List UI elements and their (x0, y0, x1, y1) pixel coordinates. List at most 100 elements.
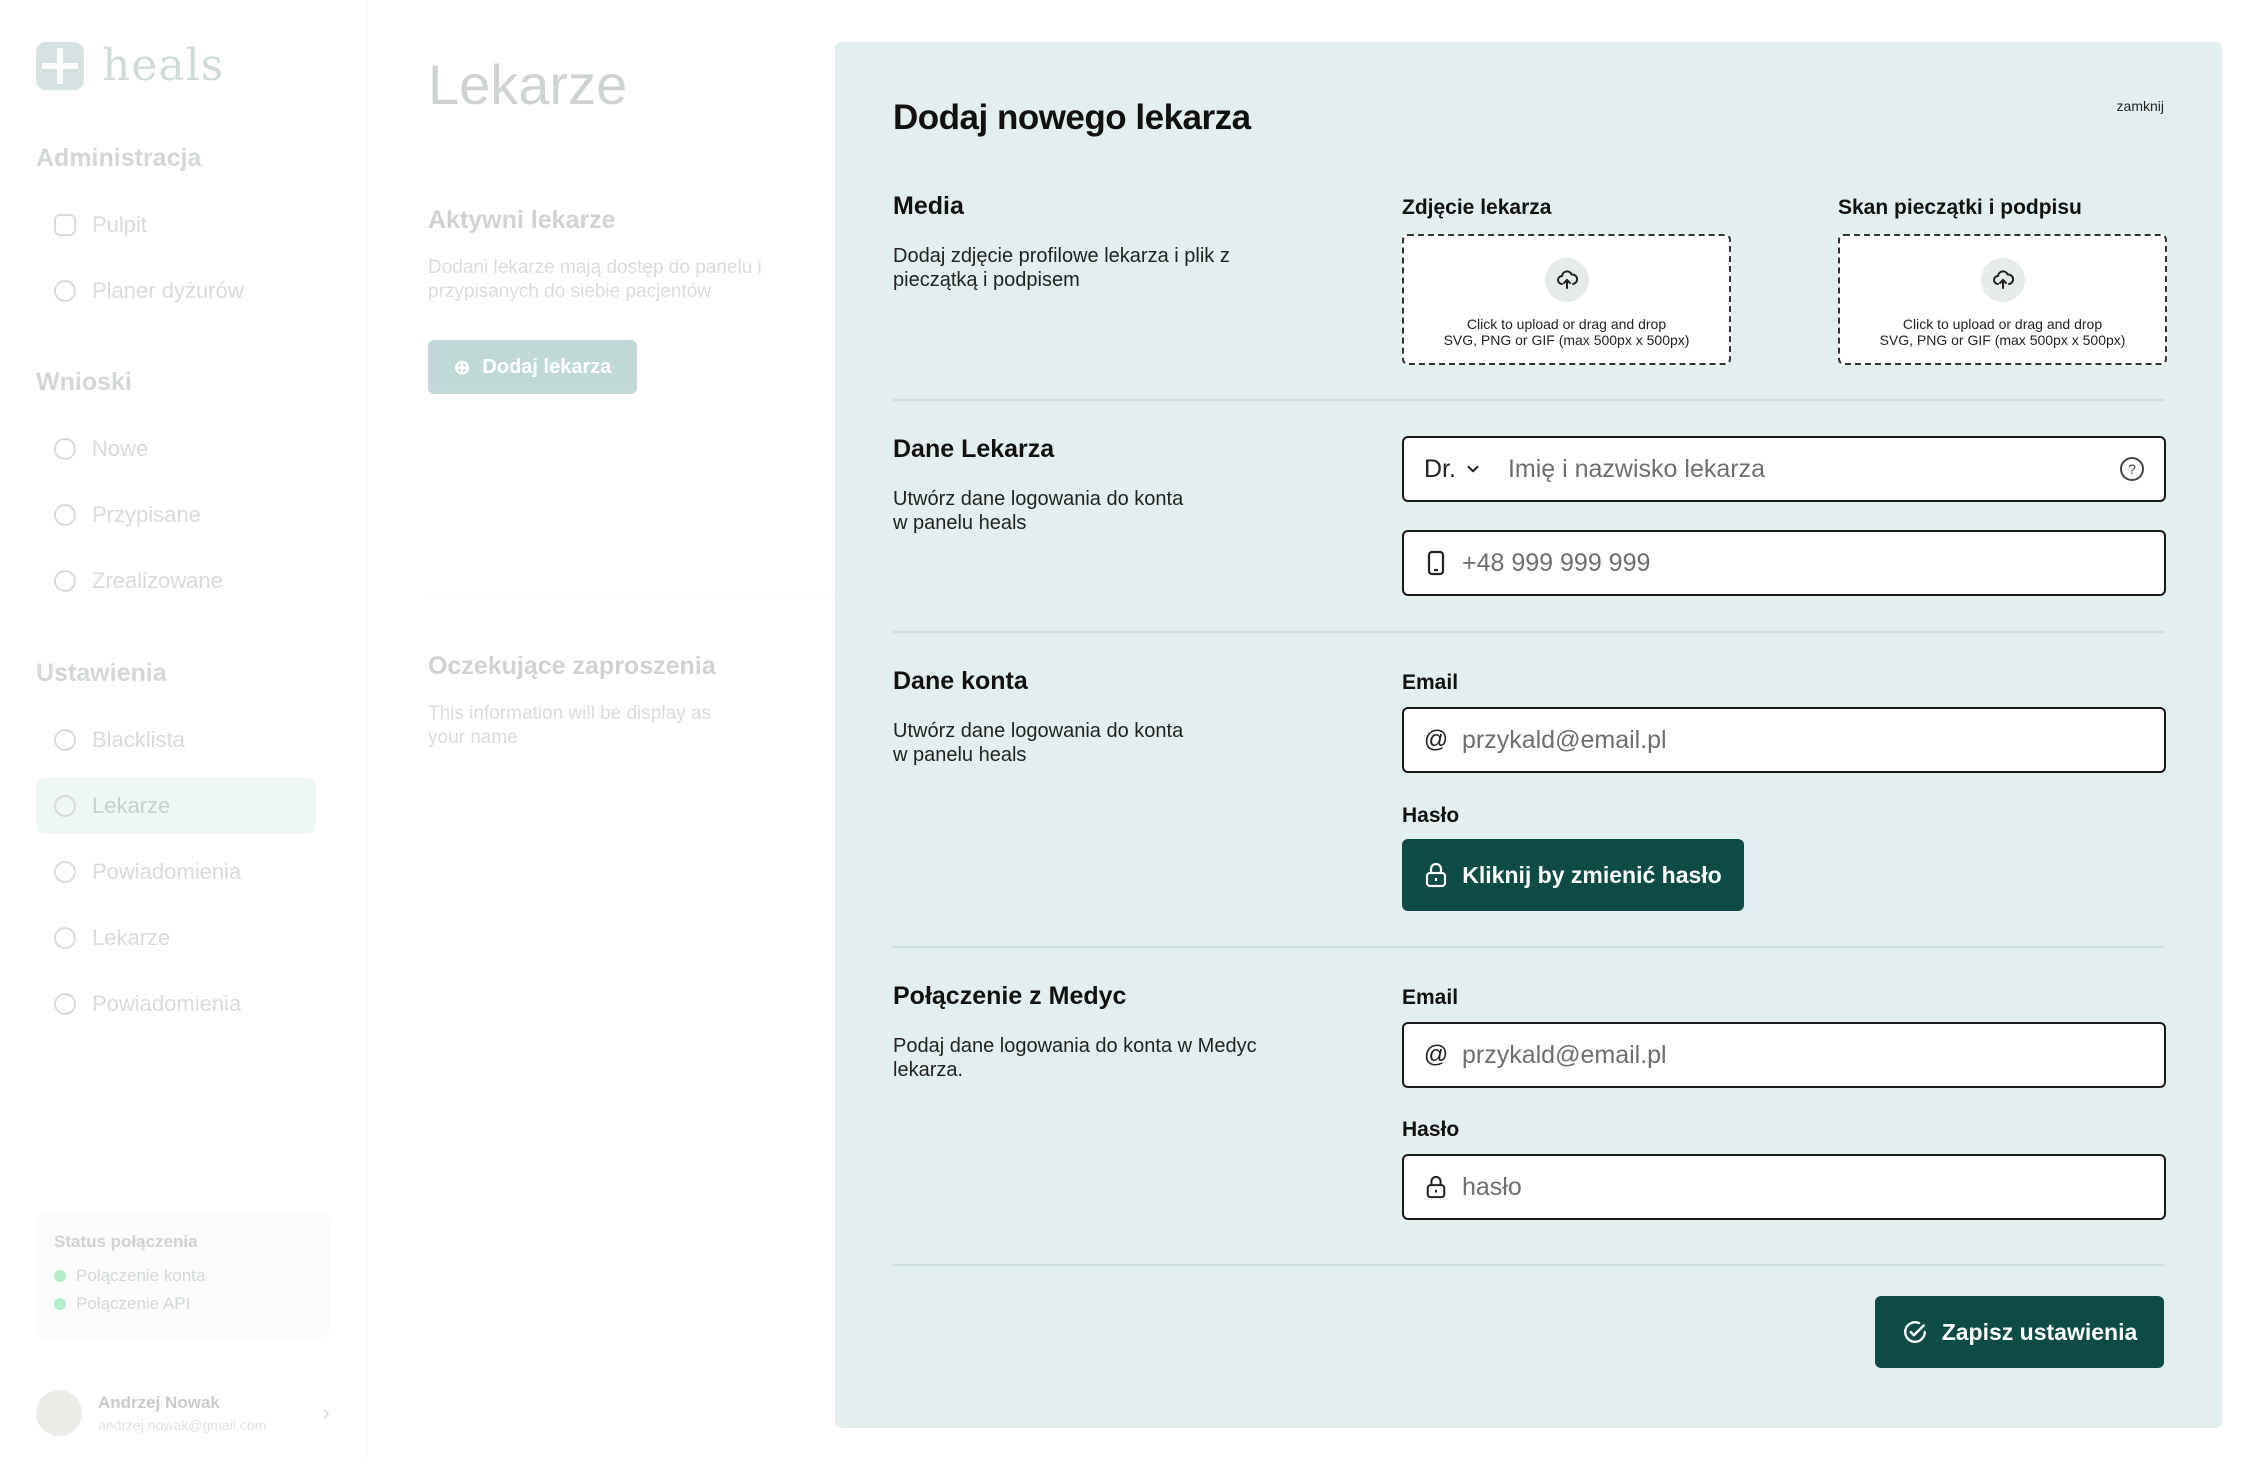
connection-status: Status połączenia Połączenie konta Połąc… (36, 1212, 330, 1338)
inbox-icon (54, 438, 76, 460)
sidebar: heals Administracja Pulpit Planer dyżuró… (0, 0, 368, 1462)
sidebar-item-label: Pulpit (92, 212, 148, 237)
upload-cloud-icon (1980, 258, 2025, 302)
save-settings-label: Zapisz ustawienia (1941, 1318, 2138, 1345)
page-title: Lekarze (428, 53, 628, 116)
upload-hint: Click to upload or drag and drop (1902, 316, 2103, 332)
user-menu[interactable]: Andrzej Nowak andrzej.nowak@gmail.com › (36, 1390, 330, 1436)
stamp-upload-dropzone[interactable]: Click to upload or drag and drop SVG, PN… (1838, 234, 2167, 365)
media-section-title: Media (893, 192, 964, 220)
sidebar-item-lekarze[interactable]: Lekarze (36, 778, 316, 834)
account-email-label: Email (1402, 671, 1459, 694)
stamp-label: Skan pieczątki i podpisu (1838, 196, 2082, 219)
upload-format-hint: SVG, PNG or GIF (max 500px x 500px) (1879, 332, 2126, 348)
change-password-button[interactable]: Kliknij by zmienić hasło (1402, 839, 1744, 911)
sidebar-item-pulpit[interactable]: Pulpit (36, 197, 316, 253)
dashboard-icon (54, 214, 76, 236)
medyc-password-placeholder: hasło (1462, 1172, 1522, 1201)
sidebar-item-label: Zrealizowane (92, 568, 223, 593)
assigned-icon (54, 504, 76, 526)
phone-placeholder: +48 999 999 999 (1462, 548, 1651, 577)
title-prefix-select[interactable]: Dr. (1424, 455, 1482, 484)
sidebar-item-przypisane[interactable]: Przypisane (36, 487, 316, 543)
divider (893, 631, 2164, 633)
add-doctor-label: Dodaj lekarza (482, 355, 612, 378)
sidebar-item-blacklista[interactable]: Blacklista (36, 712, 316, 768)
user-plus-icon: ⊕ (453, 356, 471, 379)
doctor-name-placeholder: Imię i nazwisko lekarza (1507, 454, 1765, 483)
sidebar-item-label: Powiadomienia (92, 991, 242, 1016)
user-name: Andrzej Nowak (98, 1393, 220, 1412)
lock-icon (1424, 1175, 1448, 1199)
sidebar-item-nowe[interactable]: Nowe (36, 421, 316, 477)
upload-cloud-icon (1544, 258, 1589, 302)
pending-invites-desc: This information will be display as your… (428, 703, 712, 748)
status-dot-icon (54, 1270, 66, 1282)
account-section-desc: Utwórz dane logowania do konta w panelu … (893, 720, 1184, 766)
nav-section-ustawienia: Ustawienia (36, 659, 167, 687)
divider (893, 946, 2164, 948)
active-doctors-desc: Dodani lekarze mają dostęp do panelu i p… (428, 257, 762, 302)
medyc-email-field[interactable]: @ przykald@email.pl (1402, 1022, 2166, 1088)
save-settings-button[interactable]: Zapisz ustawienia (1875, 1296, 2164, 1368)
sidebar-item-label: Przypisane (92, 502, 201, 527)
users-icon (54, 795, 76, 817)
medyc-email-placeholder: przykald@email.pl (1462, 1040, 1667, 1069)
at-icon: @ (1423, 726, 1449, 753)
sidebar-item-lekarze-2[interactable]: Lekarze (36, 910, 316, 966)
status-label: Połączenie konta (76, 1266, 206, 1285)
medyc-email-label: Email (1402, 986, 1459, 1009)
title-prefix-value: Dr. (1424, 454, 1456, 483)
doctor-name-field[interactable]: Dr. Imię i nazwisko lekarza ? (1402, 436, 2166, 502)
upload-hint: Click to upload or drag and drop (1466, 316, 1667, 332)
chevron-down-icon (1467, 465, 1479, 473)
status-row: Połączenie API (54, 1294, 312, 1314)
add-doctor-panel: Dodaj nowego lekarza zamknij Media Dodaj… (835, 42, 2222, 1428)
logo-text: heals (102, 40, 225, 91)
account-email-placeholder: przykald@email.pl (1462, 725, 1667, 754)
medyc-password-label: Hasło (1402, 1118, 1460, 1141)
logo-cross-icon (36, 41, 84, 90)
sidebar-item-powiadomienia-2[interactable]: Powiadomienia (36, 976, 316, 1032)
help-icon[interactable]: ? (2120, 457, 2144, 481)
change-password-label: Kliknij by zmienić hasło (1462, 861, 1722, 888)
sidebar-item-label: Planer dyżurów (92, 278, 244, 303)
done-icon (54, 570, 76, 592)
media-section-desc: Dodaj zdjęcie profilowe lekarza i plik z… (893, 245, 1230, 291)
clock-icon (54, 280, 76, 302)
sidebar-item-label: Nowe (92, 436, 149, 461)
account-section-title: Dane konta (893, 667, 1028, 695)
block-icon (54, 729, 76, 751)
logo: heals (36, 40, 224, 91)
phone-field[interactable]: +48 999 999 999 (1402, 530, 2166, 596)
add-doctor-button[interactable]: ⊕ Dodaj lekarza (428, 340, 637, 394)
close-link[interactable]: zamknij (2117, 98, 2164, 114)
status-row: Połączenie konta (54, 1266, 312, 1286)
sidebar-item-planer[interactable]: Planer dyżurów (36, 263, 316, 319)
check-circle-icon (1903, 1321, 1926, 1343)
phone-icon (1424, 550, 1448, 576)
active-doctors-title: Aktywni lekarze (428, 206, 616, 234)
sidebar-item-zrealizowane[interactable]: Zrealizowane (36, 553, 316, 609)
status-dot-icon (54, 1298, 66, 1310)
sidebar-item-label: Lekarze (92, 793, 171, 818)
status-label: Połączenie API (76, 1294, 191, 1313)
nav-section-wnioski: Wnioski (36, 368, 132, 396)
account-email-field[interactable]: @ przykald@email.pl (1402, 707, 2166, 773)
nav-section-administracja: Administracja (36, 144, 202, 172)
photo-label: Zdjęcie lekarza (1402, 196, 1552, 219)
sidebar-item-powiadomienia[interactable]: Powiadomienia (36, 844, 316, 900)
medyc-section-title: Połączenie z Medyc (893, 982, 1127, 1010)
users-icon (54, 927, 76, 949)
medyc-password-field[interactable]: hasło (1402, 1154, 2166, 1220)
medyc-section-desc: Podaj dane logowania do konta w Medyc le… (893, 1035, 1257, 1081)
lock-icon (1426, 862, 1447, 888)
photo-upload-dropzone[interactable]: Click to upload or drag and drop SVG, PN… (1402, 234, 1731, 365)
sidebar-item-label: Powiadomienia (92, 859, 242, 884)
avatar (36, 1390, 82, 1436)
status-title: Status połączenia (54, 1232, 198, 1251)
panel-title: Dodaj nowego lekarza (893, 98, 1251, 137)
sidebar-item-label: Blacklista (92, 727, 185, 752)
doctor-section-title: Dane Lekarza (893, 435, 1055, 463)
divider (893, 399, 2164, 401)
